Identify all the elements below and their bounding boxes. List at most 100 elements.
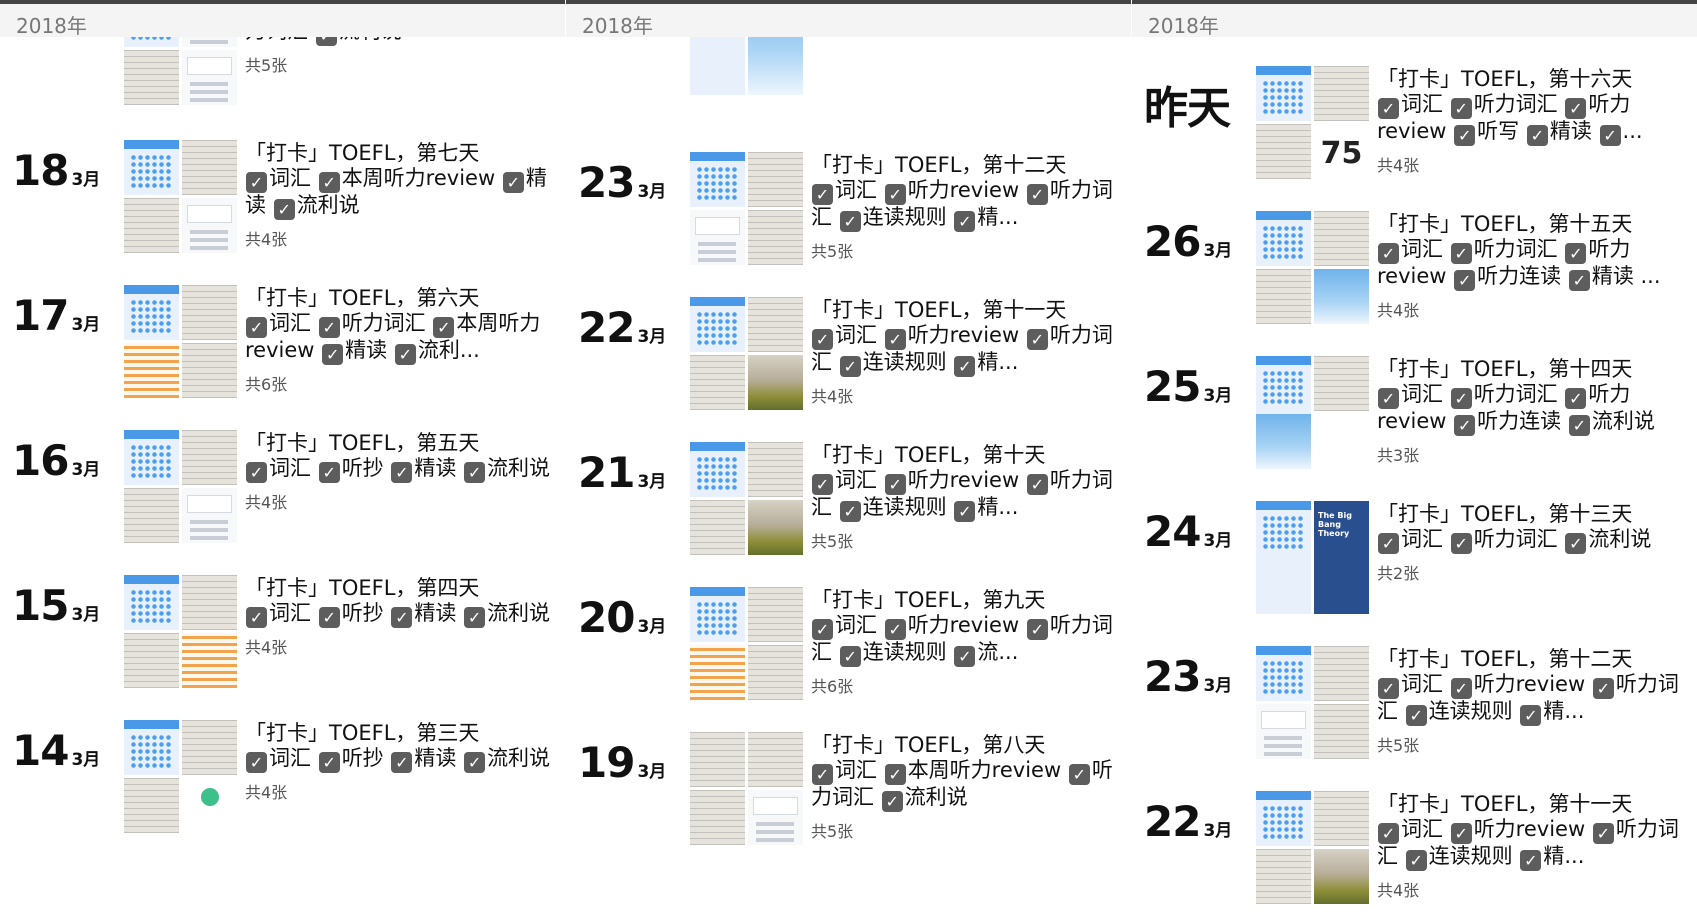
photo-thumbnail[interactable] (1256, 211, 1311, 266)
photo-thumbnail[interactable] (1256, 791, 1311, 846)
photo-thumbnail[interactable] (182, 575, 237, 630)
photo-thumbnail[interactable] (690, 210, 745, 265)
photo-grid[interactable] (690, 732, 803, 845)
moment-post[interactable]: 昨天 75 「打卡」TOEFL，第十六天 ✓ 词汇 ✓ 听力词汇 ✓ 听力review ✓ 听… (1132, 66, 1697, 206)
photo-grid[interactable] (124, 720, 237, 833)
moment-post[interactable]: 16 3月 「打卡」TOEFL，第五天 ✓ 词汇 ✓ 听抄 ✓ 精读 ✓ 流利说 共4张 (0, 430, 565, 570)
photo-thumbnail[interactable] (748, 297, 803, 352)
photo-thumbnail[interactable] (690, 355, 745, 410)
photo-grid[interactable] (690, 587, 803, 700)
photo-grid[interactable] (124, 140, 237, 253)
photo-thumbnail[interactable] (1256, 269, 1311, 324)
moment-post[interactable]: 21 3月 「打卡」TOEFL，第十天 ✓ 词汇 ✓ 听力review ✓ 听力词汇 ✓ 连读… (566, 442, 1131, 582)
photo-thumbnail[interactable] (182, 343, 237, 398)
photo-grid[interactable]: The Big Bang Theory (1256, 501, 1369, 614)
photo-thumbnail[interactable] (124, 575, 179, 630)
moment-post[interactable]: 26 3月 「打卡」TOEFL，第十五天 ✓ 词汇 ✓ 听力词汇 ✓ 听力review ✓ 听… (1132, 211, 1697, 351)
photo-thumbnail[interactable] (748, 500, 803, 555)
photo-thumbnail[interactable] (124, 633, 179, 688)
photo-thumbnail[interactable] (1256, 501, 1311, 614)
post-month: 3月 (71, 750, 101, 770)
photo-thumbnail[interactable] (748, 152, 803, 207)
photo-thumbnail[interactable] (124, 778, 179, 833)
photo-thumbnail[interactable] (1256, 704, 1311, 759)
photo-thumbnail[interactable] (1314, 211, 1369, 266)
photo-thumbnail[interactable] (690, 442, 745, 497)
photo-thumbnail[interactable] (748, 645, 803, 700)
photo-thumbnail[interactable] (124, 140, 179, 195)
moment-post[interactable]: 24 3月 The Big Bang Theory 「打卡」TOEFL，第十三天 ✓ 词汇… (1132, 501, 1697, 641)
photo-thumbnail[interactable] (1256, 646, 1311, 701)
photo-thumbnail[interactable] (1256, 66, 1311, 121)
moment-post[interactable]: 17 3月 「打卡」TOEFL，第六天 ✓ 词汇 ✓ 听力词汇 ✓ 本周听力review ✓… (0, 285, 565, 425)
photo-grid[interactable] (1256, 646, 1369, 759)
photo-count: 共5张 (811, 532, 854, 551)
photo-thumbnail[interactable] (182, 488, 237, 543)
photo-thumbnail[interactable] (124, 343, 179, 398)
photo-thumbnail[interactable] (748, 732, 803, 787)
photo-thumbnail[interactable]: The Big Bang Theory (1314, 501, 1369, 614)
photo-thumbnail[interactable] (1314, 356, 1369, 411)
photo-thumbnail[interactable] (182, 285, 237, 340)
photo-thumbnail[interactable] (1256, 849, 1311, 904)
photo-thumbnail[interactable] (182, 778, 237, 833)
photo-thumbnail[interactable] (748, 355, 803, 410)
photo-thumbnail[interactable] (124, 488, 179, 543)
moment-post[interactable]: 25 3月 「打卡」TOEFL，第十四天 ✓ 词汇 ✓ 听力词汇 ✓ 听力review ✓ 听… (1132, 356, 1697, 496)
moment-post[interactable]: 20 3月 「打卡」TOEFL，第九天 ✓ 词汇 ✓ 听力review ✓ 听力词汇 ✓ 连读… (566, 587, 1131, 727)
photo-thumbnail[interactable] (124, 50, 179, 105)
photo-thumbnail[interactable] (690, 152, 745, 207)
photo-thumbnail[interactable] (124, 198, 179, 253)
moment-post[interactable]: 18 3月 「打卡」TOEFL，第七天 ✓ 词汇 ✓ 本周听力review ✓ 精读 ✓ 流利… (0, 140, 565, 280)
checkbox-icon: ✓ (1592, 823, 1614, 844)
photo-thumbnail[interactable] (182, 50, 237, 105)
photo-thumbnail[interactable] (1314, 849, 1369, 904)
photo-grid[interactable] (690, 297, 803, 410)
photo-thumbnail[interactable] (182, 140, 237, 195)
photo-grid[interactable] (690, 152, 803, 265)
photo-grid[interactable] (124, 430, 237, 543)
photo-grid[interactable]: 75 (1256, 66, 1369, 179)
photo-grid[interactable] (1256, 211, 1369, 324)
photo-thumbnail[interactable] (1256, 124, 1311, 179)
moment-post[interactable]: 14 3月 「打卡」TOEFL，第三天 ✓ 词汇 ✓ 听抄 ✓ 精读 ✓ 流利说 共4张 (0, 720, 565, 860)
post-text: 「打卡」TOEFL，第七天 ✓ 词汇 ✓ 本周听力review ✓ 精读 ✓ 流利说 共4… (245, 140, 555, 250)
photo-thumbnail[interactable] (182, 720, 237, 775)
photo-thumbnail[interactable] (1314, 269, 1369, 324)
photo-thumbnail[interactable] (124, 285, 179, 340)
photo-thumbnail[interactable] (124, 720, 179, 775)
photo-grid[interactable] (1256, 791, 1369, 904)
moment-post[interactable]: 23 3月 「打卡」TOEFL，第十二天 ✓ 词汇 ✓ 听力review ✓ 听力词汇 ✓ 连… (566, 152, 1131, 292)
photo-thumbnail[interactable] (690, 790, 745, 845)
moment-post[interactable]: 22 3月 「打卡」TOEFL，第十一天 ✓ 词汇 ✓ 听力review ✓ 听力词汇 ✓ 连… (566, 297, 1131, 437)
checkbox-icon: ✓ (322, 344, 344, 365)
photo-thumbnail[interactable] (1314, 704, 1369, 759)
photo-thumbnail[interactable] (1256, 414, 1311, 469)
photo-thumbnail[interactable] (182, 633, 237, 688)
photo-thumbnail[interactable] (690, 732, 745, 787)
photo-grid[interactable] (690, 442, 803, 555)
photo-thumbnail[interactable] (1314, 646, 1369, 701)
photo-thumbnail[interactable] (690, 500, 745, 555)
photo-thumbnail[interactable] (748, 587, 803, 642)
photo-thumbnail[interactable] (182, 430, 237, 485)
photo-thumbnail[interactable] (690, 587, 745, 642)
photo-thumbnail[interactable] (748, 790, 803, 845)
moment-post[interactable]: 15 3月 「打卡」TOEFL，第四天 ✓ 词汇 ✓ 听抄 ✓ 精读 ✓ 流利说 共4张 (0, 575, 565, 715)
moment-post[interactable]: 19 3月 「打卡」TOEFL，第八天 ✓ 词汇 ✓ 本周听力review ✓ 听力词汇 ✓… (566, 732, 1131, 872)
photo-thumbnail[interactable] (748, 210, 803, 265)
photo-thumbnail[interactable] (182, 198, 237, 253)
photo-thumbnail[interactable] (124, 430, 179, 485)
photo-thumbnail[interactable] (690, 645, 745, 700)
photo-thumbnail[interactable]: 75 (1314, 124, 1369, 179)
photo-thumbnail[interactable] (690, 297, 745, 352)
post-text: 「打卡」TOEFL，第九天 ✓ 词汇 ✓ 听力review ✓ 听力词汇 ✓ 连读规则 ✓… (811, 587, 1121, 697)
moment-post[interactable]: 23 3月 「打卡」TOEFL，第十二天 ✓ 词汇 ✓ 听力review ✓ 听力词汇 ✓ 连… (1132, 646, 1697, 786)
photo-thumbnail[interactable] (1314, 791, 1369, 846)
photo-grid[interactable] (124, 575, 237, 688)
photo-grid[interactable] (124, 285, 237, 398)
photo-grid[interactable] (1256, 356, 1369, 469)
photo-thumbnail[interactable] (748, 442, 803, 497)
moment-post[interactable]: 22 3月 「打卡」TOEFL，第十一天 ✓ 词汇 ✓ 听力review ✓ 听力词汇 ✓ 连… (1132, 791, 1697, 914)
photo-thumbnail[interactable] (1314, 66, 1369, 121)
